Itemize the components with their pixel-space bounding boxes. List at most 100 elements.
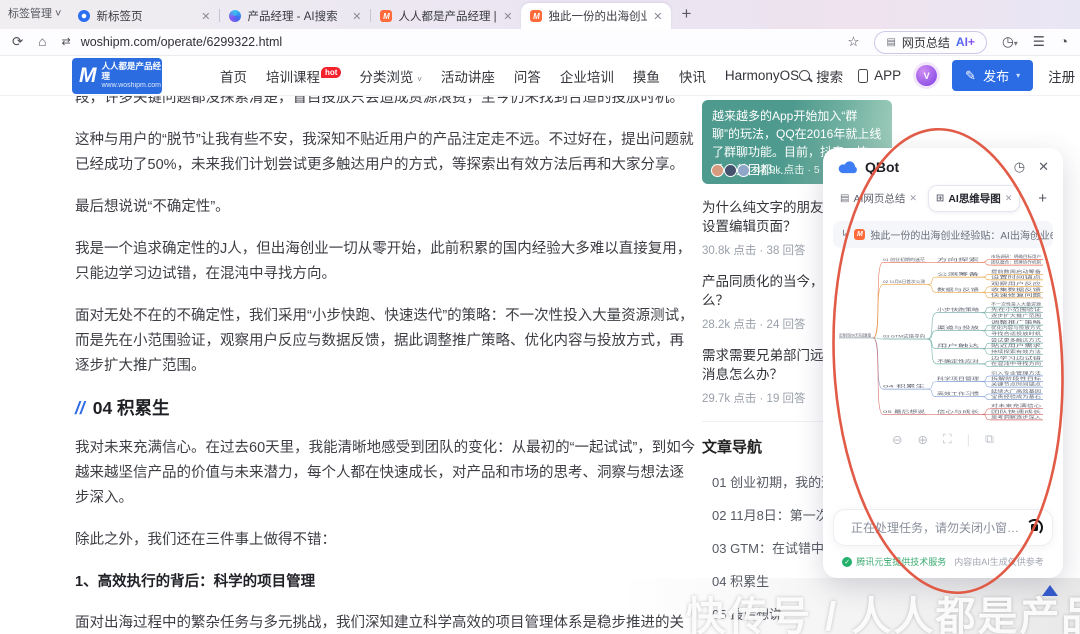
nav-item-moyu[interactable]: 摸鱼 (633, 66, 660, 86)
svg-text:用户触达: 用户触达 (937, 342, 979, 348)
watermark-text: 快传号 / 人人都是产品经理 (686, 584, 1080, 634)
toolbar-divider: | (967, 433, 970, 447)
article-paragraph: 我是一个追求确定性的J人，但出海创业一切从零开始，此前积累的国内经验大多难以直接… (75, 237, 697, 287)
svg-text:拆解阶段性目标: 拆解阶段性目标 (991, 375, 1041, 381)
svg-text:设置时间锚点: 设置时间锚点 (991, 273, 1041, 279)
zoom-out-icon[interactable]: ⊖ (892, 432, 902, 447)
mindmap-canvas[interactable]: 市场调研：明确目标用户团队磨合：搭建协作机制方向探索01 创业初期的迷茫提前数周… (831, 252, 1055, 430)
svg-text:出海创业60天实战复盘: 出海创业60天实战复盘 (839, 331, 871, 337)
svg-text:观察用户反应: 观察用户反应 (991, 280, 1041, 286)
chevron-down-icon: ˅ (417, 75, 422, 84)
svg-text:小步快跑策略: 小步快跑策略 (937, 306, 979, 312)
url-text[interactable]: woshipm.com/operate/6299322.html (81, 35, 283, 49)
svg-text:快速修复问题: 快速修复问题 (991, 291, 1041, 297)
summary-icon: ▤ (886, 37, 895, 48)
svg-text:延续大厂高效基因: 延续大厂高效基因 (991, 387, 1041, 393)
svg-text:市场调研：明确目标用户: 市场调研：明确目标用户 (991, 253, 1041, 259)
fit-screen-icon[interactable]: ⛶ (943, 432, 952, 447)
stop-generating-button[interactable] (1026, 519, 1043, 536)
screen: 标签管理 ˅ 新标签页 ✕ 产品经理 - AI搜索 ✕ M 人人都是产品经理 |… (0, 0, 1080, 634)
nav-item-categories[interactable]: 分类浏览 ˅ (359, 66, 421, 86)
svg-text:贴近用户需求: 贴近用户需求 (991, 342, 1041, 348)
profile-circle-icon[interactable]: ◔ (1060, 35, 1068, 49)
svg-text:思考洞察逐步深入: 思考洞察逐步深入 (991, 413, 1041, 419)
site-logo[interactable]: M 人人都是产品经理 www.woshipm.com (72, 58, 162, 94)
svg-text:边学习边试错: 边学习边试错 (991, 355, 1041, 361)
browser-tab-ai-search[interactable]: 产品经理 - AI搜索 ✕ (220, 3, 370, 29)
tab-close-icon[interactable]: ✕ (201, 10, 210, 23)
home-icon[interactable]: ⌂ (38, 35, 46, 49)
zoom-in-icon[interactable]: ⊕ (918, 432, 928, 447)
svg-text:先在小范围验证: 先在小范围验证 (991, 306, 1041, 312)
qbot-header: QBot ◷ ✕ (823, 148, 1063, 180)
summary-icon: ▤ (840, 193, 849, 204)
svg-text:关键节点时间锚点: 关键节点时间锚点 (991, 381, 1041, 387)
logo-m-mark: M (79, 65, 97, 86)
copy-icon[interactable]: ⧉ (985, 432, 994, 447)
bookmark-star-icon[interactable]: ☆ (847, 35, 859, 49)
svg-text:不确定性应对: 不确定性应对 (937, 357, 979, 363)
qbot-history-icon[interactable]: ◷ (1014, 159, 1025, 175)
svg-text:在混沌中寻找方向: 在混沌中寻找方向 (991, 360, 1041, 366)
svg-text:02 11月8日首次公测: 02 11月8日首次公测 (883, 278, 925, 284)
svg-text:01 创业初期的迷茫: 01 创业初期的迷茫 (883, 256, 925, 262)
browser-tab-newtab[interactable]: 新标签页 ✕ (69, 3, 219, 29)
article-paragraph: 最后想说说“不确定性”。 (75, 195, 697, 220)
avatar (724, 164, 737, 177)
pencil-icon: ✎ (965, 68, 976, 84)
ai-search-favicon (229, 10, 241, 22)
page-summary-button[interactable]: ▤ 网页总结 AI+ (874, 31, 986, 54)
back-to-top-icon[interactable] (1042, 585, 1058, 596)
tab-close-icon[interactable]: ✕ (653, 10, 662, 23)
article-body: 段，许多关键问题都没探索清楚，盲目投放只会造成资源浪费，至今仍未找到合适的投放时… (75, 86, 697, 634)
qbot-tab-mindmap[interactable]: ⊞ AI思维导图 ✕ (928, 185, 1020, 212)
refresh-icon[interactable]: ⟳ (12, 35, 23, 49)
article-paragraph: 除此之外，我们还在三件事上做得不错： (75, 528, 697, 553)
tab-close-icon[interactable]: ✕ (1005, 193, 1013, 204)
qbot-input-bar[interactable]: 正在处理任务，请勿关闭小窗… (833, 509, 1053, 546)
publish-button[interactable]: ✎发布▾ (952, 60, 1033, 91)
tab-close-icon[interactable]: ✕ (503, 10, 512, 23)
nav-item-corp-training[interactable]: 企业培训 (560, 66, 614, 86)
svg-text:高效工作习惯: 高效工作习惯 (937, 390, 979, 396)
browser-toolbar: ⟳ ⌂ ⇄ woshipm.com/operate/6299322.html ☆… (0, 29, 1080, 56)
history-clock-icon[interactable]: ◷▾ (1002, 35, 1018, 49)
site-info-icon[interactable]: ⇄ (61, 37, 70, 48)
tab-manager-button[interactable]: 标签管理 ˅ (8, 5, 61, 21)
qbot-close-icon[interactable]: ✕ (1038, 159, 1049, 175)
svg-text:数据与反馈: 数据与反馈 (937, 286, 979, 292)
nav-item-courses[interactable]: 培训课程hot (266, 66, 340, 86)
browser-tab-strip: 标签管理 ˅ 新标签页 ✕ 产品经理 - AI搜索 ✕ M 人人都是产品经理 |… (0, 0, 1080, 29)
svg-text:提前数周启动筹备: 提前数周启动筹备 (991, 268, 1041, 274)
qbot-tab-summary[interactable]: ▤ AI网页总结 ✕ (833, 186, 924, 211)
app-download-button[interactable]: APP (858, 68, 901, 83)
svg-text:信心与成长: 信心与成长 (937, 408, 979, 414)
browser-tab-woshipm-home[interactable]: M 人人都是产品经理 | 产品经理… ✕ (371, 3, 521, 29)
tab-close-icon[interactable]: ✕ (352, 10, 361, 23)
nav-item-qa[interactable]: 问答 (514, 66, 541, 86)
svg-text:不一次性投入大量资源: 不一次性投入大量资源 (991, 301, 1041, 307)
nav-item-news[interactable]: 快讯 (679, 66, 706, 86)
main-nav: 首页 培训课程hot 分类浏览 ˅ 活动讲座 问答 企业培训 摸鱼 快讯 Har… (220, 66, 799, 86)
woshipm-favicon: M (530, 10, 542, 22)
qbot-source-row[interactable]: ↳ M 独此一份的出海创业经验贴：AI出海创业60… (833, 221, 1053, 248)
svg-text:尝试更多触达方式: 尝试更多触达方式 (991, 337, 1041, 343)
search-button[interactable]: 搜索 (799, 66, 843, 86)
reading-list-icon[interactable]: ☰ (1033, 35, 1045, 49)
nav-item-harmonyos[interactable]: HarmonyOS (725, 68, 799, 83)
nav-item-events[interactable]: 活动讲座 (441, 66, 495, 86)
qbot-new-tab-button[interactable]: + (1032, 190, 1053, 207)
nav-item-home[interactable]: 首页 (220, 66, 247, 86)
svg-text:寻找合适投放时机: 寻找合适投放时机 (991, 330, 1041, 336)
featured-stats: 47.9k 点击 · 5 (711, 161, 820, 179)
tab-close-icon[interactable]: ✕ (909, 193, 917, 204)
qbot-title: QBot (865, 159, 899, 175)
browser-tab-article-active[interactable]: M 独此一份的出海创业经验贴：AI ✕ (521, 3, 671, 29)
svg-text:03 GTM试错寻向: 03 GTM试错寻向 (883, 333, 925, 339)
auth-links[interactable]: 注册｜登录 (1048, 66, 1080, 86)
article-paragraph: 我对未来充满信心。在过去60天里，我能清晰地感受到团队的变化：从最初的“一起试试… (75, 436, 697, 511)
vip-badge[interactable]: V (916, 65, 937, 86)
woshipm-favicon: M (854, 229, 865, 240)
new-tab-button[interactable]: + (681, 4, 691, 24)
svg-text:优化内容与投放方式: 优化内容与投放方式 (991, 324, 1041, 330)
